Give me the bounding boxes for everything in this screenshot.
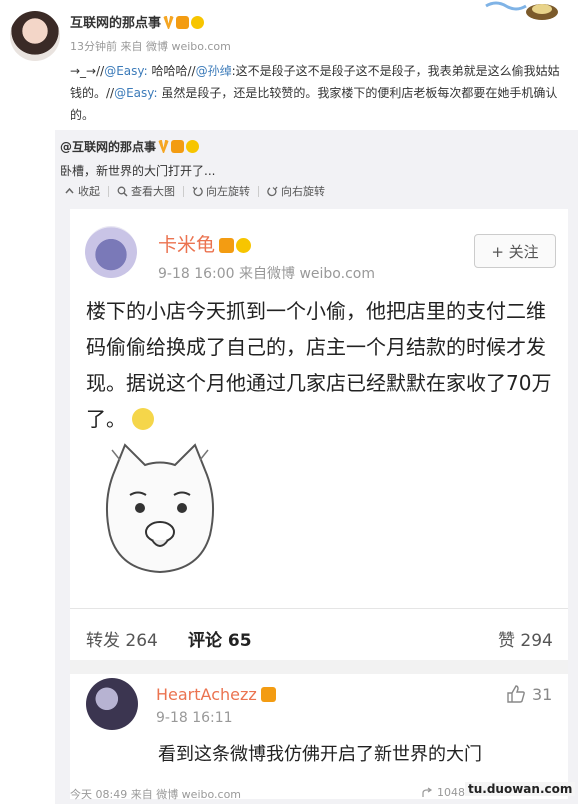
rotate-right-button[interactable]: 向右旋转 xyxy=(267,183,325,199)
view-large-button[interactable]: 查看大图 xyxy=(117,183,175,199)
post-text: →_→//@Easy: 哈哈哈//@孙绰:这不是段子这不是段子这不是段子，我表弟… xyxy=(70,64,560,122)
image-toolbar: 收起 查看大图 向左旋转 向右旋转 xyxy=(64,183,325,199)
gold-medal-icon xyxy=(186,140,200,153)
collapse-button[interactable]: 收起 xyxy=(64,183,100,199)
repost-share-count[interactable]: 1048 xyxy=(422,786,465,799)
rotate-left-icon xyxy=(192,186,203,196)
card-author-avatar xyxy=(85,226,137,278)
repost-author[interactable]: @互联网的那点事 xyxy=(60,138,200,155)
post-meta: 13分钟前 来自 微博 weibo.com xyxy=(70,40,231,53)
gold-medal-icon xyxy=(236,238,252,253)
gold-medal-icon xyxy=(191,16,205,29)
divider xyxy=(183,185,184,197)
divider xyxy=(70,608,568,609)
repost-meta: 今天 08:49 来自 微博 weibo.com xyxy=(70,788,242,801)
repost-text: 卧槽，新世界的大门打开了... xyxy=(60,164,216,178)
card-meta: 9-18 16:00 来自微博 weibo.com xyxy=(158,266,375,282)
member-crown-icon xyxy=(219,238,235,253)
user-avatar[interactable] xyxy=(10,11,60,61)
rotate-right-icon xyxy=(267,186,278,196)
verified-v-icon xyxy=(158,140,170,153)
repost-count: 转发 264 xyxy=(86,631,158,651)
commenter-name: HeartAchezz xyxy=(156,685,276,704)
collapse-arrow-icon xyxy=(65,187,74,193)
comment-time: 9-18 16:11 xyxy=(156,710,233,726)
card-post-text: 楼下的小店今天抓到一个小偷，他把店里的支付二维码偷偷给换成了自己的，店主一个月结… xyxy=(86,299,552,431)
cat-meme-icon xyxy=(106,443,214,574)
decorative-cartoon-icon xyxy=(485,1,558,20)
share-icon xyxy=(422,787,433,797)
mention-link[interactable]: @Easy: xyxy=(104,64,147,78)
verified-v-icon xyxy=(163,16,175,29)
watermark: tu.duowan.com xyxy=(465,782,576,796)
rotate-left-button[interactable]: 向左旋转 xyxy=(192,183,250,199)
divider xyxy=(108,185,109,197)
like-count: 赞 294 xyxy=(498,631,553,651)
divider xyxy=(258,185,259,197)
username[interactable]: 互联网的那点事 xyxy=(70,12,205,31)
divider xyxy=(70,660,568,674)
magnifier-icon xyxy=(117,186,128,197)
comment-text: 看到这条微博我仿佛开启了新世界的大门 xyxy=(158,744,482,765)
member-crown-icon xyxy=(171,140,185,153)
mention-link[interactable]: @孙绰 xyxy=(196,64,232,78)
commenter-avatar xyxy=(86,678,138,730)
comment-count: 评论 65 xyxy=(188,631,252,651)
member-crown-icon xyxy=(176,16,190,29)
follow-button: + 关注 xyxy=(474,234,556,268)
smile-emoji-icon xyxy=(132,408,155,430)
card-author-name: 卡米龟 xyxy=(158,230,252,257)
comment-like: 31 xyxy=(506,684,552,704)
thumbs-up-icon xyxy=(507,685,525,703)
member-crown-icon xyxy=(260,687,276,702)
mention-link[interactable]: @Easy: xyxy=(114,86,157,100)
